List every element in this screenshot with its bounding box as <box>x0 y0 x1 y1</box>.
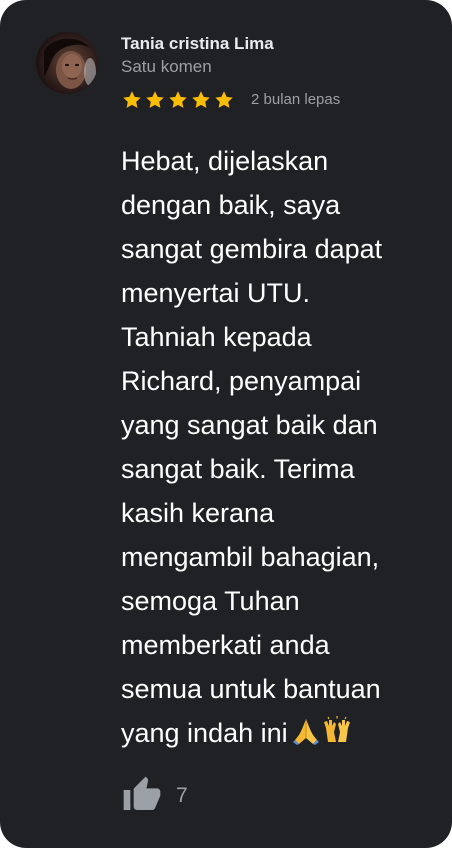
avatar[interactable] <box>36 32 98 94</box>
folded-hands-emoji <box>292 719 319 745</box>
author-review-count: Satu komen <box>121 57 212 76</box>
star-rating <box>121 89 236 111</box>
review-text-line: mengambil bahagian, <box>121 542 380 572</box>
review-text-line: sangat gembira dapat <box>121 234 383 264</box>
review-time: 2 bulan lepas <box>251 91 341 108</box>
author-name[interactable]: Tania cristina Lima <box>121 34 274 54</box>
review-text-line: sangat baik. Terima <box>121 454 355 484</box>
star-icon <box>123 91 141 108</box>
star-icon <box>192 91 210 108</box>
review-text-line: kasih kerana <box>121 498 275 528</box>
review-text-line: Hebat, dijelaskan <box>121 146 329 176</box>
review-card: Tania cristina Lima Satu komen 2 bulan l… <box>0 0 452 848</box>
thumbs-up-icon <box>123 776 161 810</box>
review-text-line: yang indah ini <box>121 718 288 748</box>
star-icon <box>215 91 233 108</box>
review-text-line: Richard, penyampai <box>121 366 362 396</box>
review-text: Hebat, dijelaskan dengan baik, saya sang… <box>121 139 421 759</box>
review-text-line: memberkati anda <box>121 630 330 660</box>
like-button[interactable] <box>122 775 162 815</box>
review-text-line-last: yang indah ini <box>121 711 421 759</box>
review-text-line: dengan baik, saya <box>121 190 341 220</box>
review-text-line: semua untuk bantuan <box>121 674 381 704</box>
like-count: 7 <box>176 784 188 807</box>
star-icon <box>146 91 164 108</box>
star-icon <box>169 91 187 108</box>
review-text-line: menyertai UTU. <box>121 278 311 308</box>
avatar-photo <box>44 38 96 89</box>
raising-hands-emoji <box>323 716 350 742</box>
emoji-group <box>292 715 350 759</box>
review-text-line: yang sangat baik dan <box>121 410 378 440</box>
review-text-line: semoga Tuhan <box>121 586 300 616</box>
review-text-line: Tahniah kepada <box>121 322 312 352</box>
